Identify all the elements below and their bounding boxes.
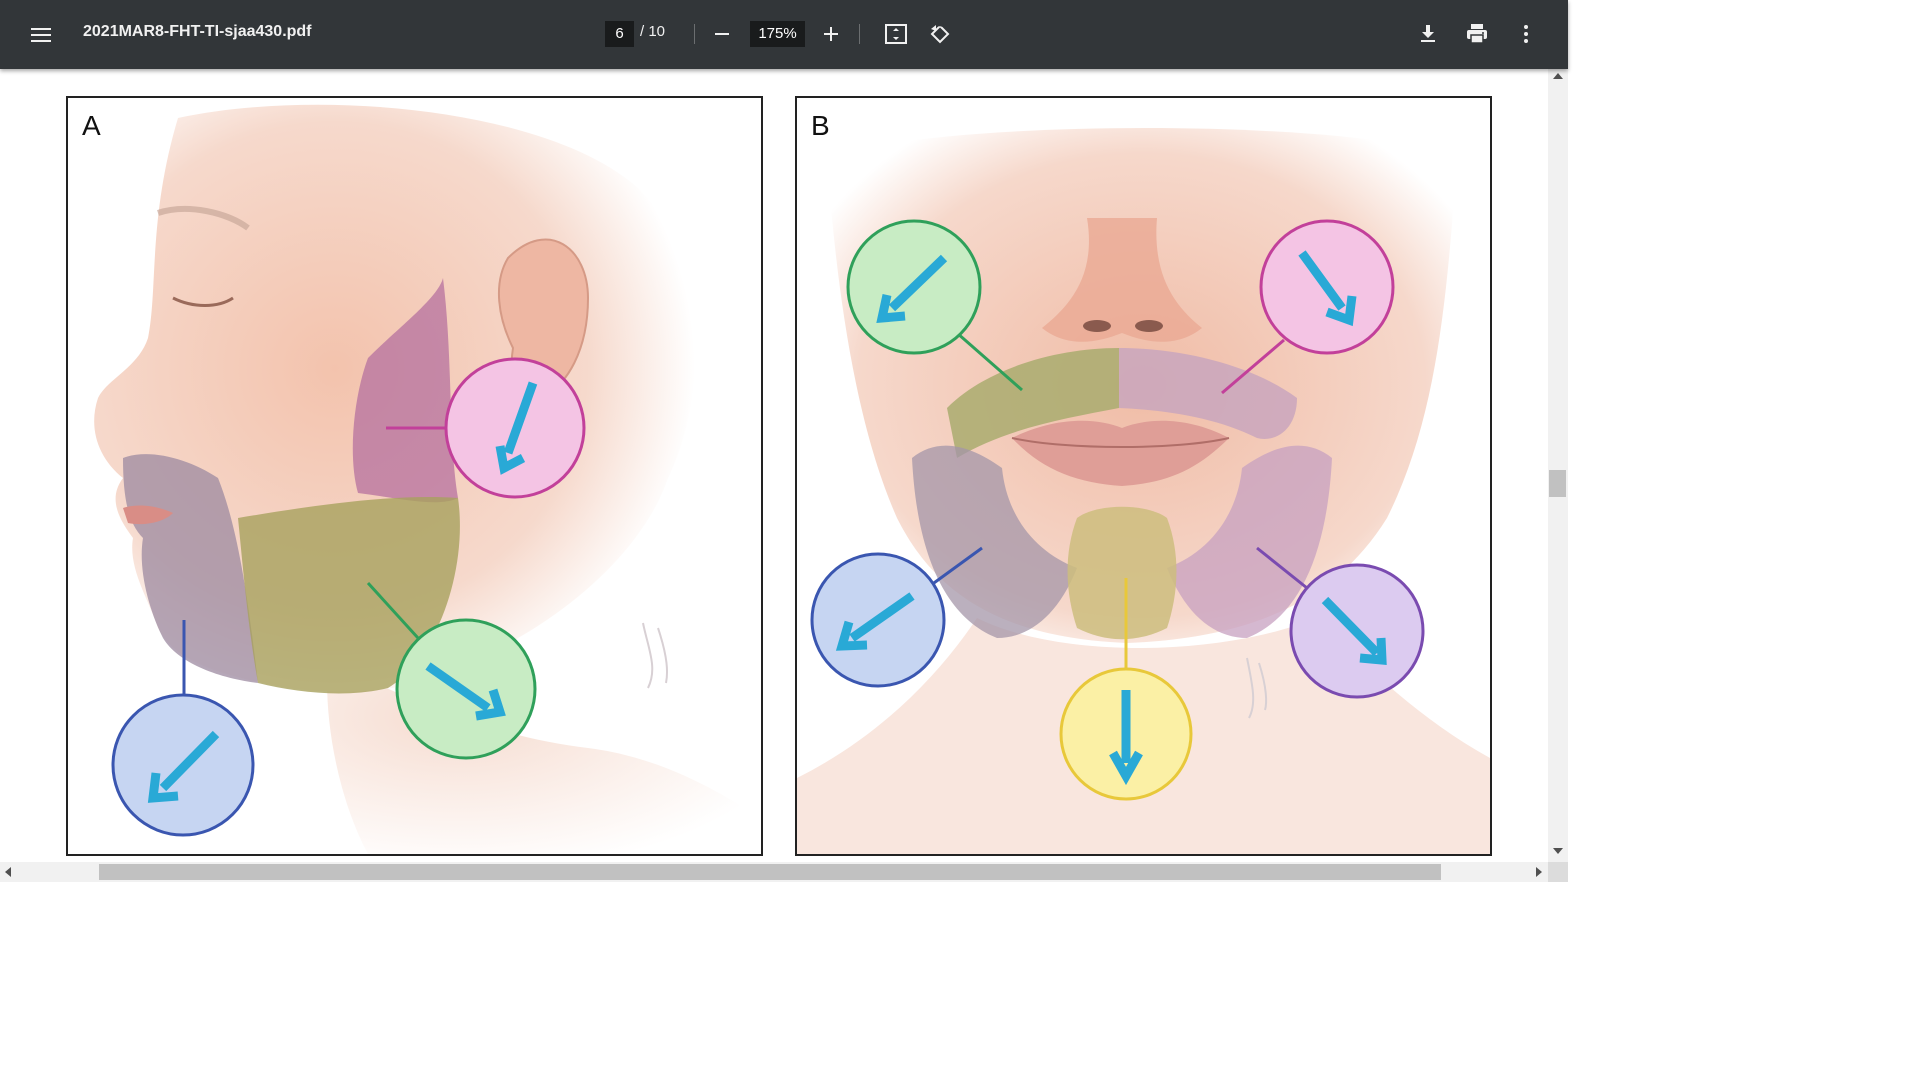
pdf-toolbar: 2021MAR8-FHT-TI-sjaa430.pdf 6 / 10 175% xyxy=(0,0,1568,69)
toolbar-divider xyxy=(859,24,860,44)
page-number-input[interactable]: 6 xyxy=(605,21,634,47)
horizontal-scrollbar[interactable] xyxy=(0,862,1548,882)
horizontal-scroll-thumb[interactable] xyxy=(99,864,1441,880)
rotate-icon[interactable] xyxy=(926,20,954,48)
figure-panel-b: B xyxy=(795,96,1492,856)
page-total: / 10 xyxy=(640,23,666,40)
menu-icon[interactable] xyxy=(24,18,58,52)
zoom-out-icon[interactable] xyxy=(708,20,736,48)
toolbar-divider xyxy=(694,24,695,44)
side-profile-illustration xyxy=(94,104,761,854)
scroll-left-arrow-icon[interactable] xyxy=(5,867,11,877)
file-title: 2021MAR8-FHT-TI-sjaa430.pdf xyxy=(83,23,312,40)
scroll-up-arrow-icon[interactable] xyxy=(1553,73,1563,79)
vertical-scroll-thumb[interactable] xyxy=(1549,470,1566,497)
zoom-level-input[interactable]: 175% xyxy=(750,21,805,47)
pdf-page-viewport[interactable]: A B xyxy=(0,69,1548,862)
scrollbar-corner xyxy=(1548,862,1568,882)
vertical-scrollbar[interactable] xyxy=(1548,69,1568,862)
download-icon[interactable] xyxy=(1414,20,1442,48)
scroll-right-arrow-icon[interactable] xyxy=(1536,867,1542,877)
zoom-in-icon[interactable] xyxy=(817,20,845,48)
fit-page-icon[interactable] xyxy=(882,20,910,48)
figure-panel-a: A xyxy=(66,96,763,856)
more-options-icon[interactable] xyxy=(1512,20,1540,48)
frontal-face-illustration xyxy=(797,128,1490,854)
scroll-down-arrow-icon[interactable] xyxy=(1553,848,1563,854)
print-icon[interactable] xyxy=(1463,20,1491,48)
